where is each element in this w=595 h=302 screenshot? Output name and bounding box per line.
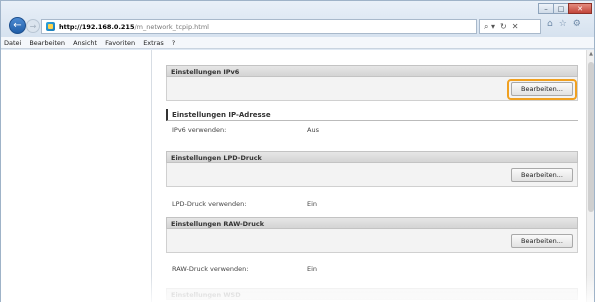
menu-item-datei[interactable]: Datei — [4, 39, 21, 47]
menu-item-help[interactable]: ? — [172, 39, 175, 47]
lpd-use-value: Ein — [307, 200, 318, 208]
ipv6-use-value: Aus — [307, 126, 319, 134]
search-icon[interactable]: ⌕ ▾ — [484, 22, 495, 32]
minimize-button[interactable]: – — [538, 3, 554, 14]
menu-item-bearbeiten[interactable]: Bearbeiten — [29, 39, 65, 47]
window-controls: – □ ✕ — [538, 3, 592, 14]
scroll-thumb[interactable] — [588, 62, 594, 212]
subheading-ip-address: Einstellungen IP-Adresse — [166, 109, 578, 121]
address-bar[interactable]: http://192.168.0.215/m_network_tcpip.htm… — [41, 19, 477, 34]
raw-use-value: Ein — [307, 265, 318, 273]
section-header-raw: Einstellungen RAW-Druck — [166, 217, 578, 229]
site-favicon-icon — [46, 22, 55, 31]
address-tools: ⌕ ▾ ↻ ✕ — [479, 19, 541, 34]
page-content: Einstellungen IPv6 Bearbeiten... Einstel… — [1, 50, 594, 302]
vertical-scrollbar[interactable]: ▲ — [586, 50, 594, 302]
menu-bar: Datei Bearbeiten Ansicht Favoriten Extra… — [1, 37, 594, 49]
browser-window: ← → http://192.168.0.215/m_network_tcpip… — [0, 0, 595, 302]
section-body-lpd: Bearbeiten... — [166, 163, 578, 187]
edit-raw-button[interactable]: Bearbeiten... — [511, 234, 573, 248]
section-header-lpd: Einstellungen LPD-Druck — [166, 151, 578, 163]
section-body-raw: Bearbeiten... — [166, 229, 578, 253]
stop-icon[interactable]: ✕ — [512, 22, 519, 31]
menu-item-favoriten[interactable]: Favoriten — [105, 39, 135, 47]
ipv6-use-label: IPv6 verwenden: — [172, 126, 227, 134]
back-arrow-icon[interactable]: ← — [9, 17, 26, 34]
gear-icon[interactable]: ⚙ — [573, 19, 581, 29]
close-button[interactable]: ✕ — [568, 3, 592, 14]
section-header-ipv6: Einstellungen IPv6 — [166, 65, 578, 77]
edit-lpd-button[interactable]: Bearbeiten... — [511, 168, 573, 182]
menu-item-extras[interactable]: Extras — [143, 39, 164, 47]
refresh-icon[interactable]: ↻ — [500, 22, 507, 31]
section-header-wsd: Einstellungen WSD — [166, 288, 578, 300]
scroll-up-icon[interactable]: ▲ — [587, 50, 595, 58]
browser-toolbar-icons: ⌂ ☆ ⚙ — [547, 19, 581, 29]
highlight-outline — [507, 79, 577, 100]
forward-arrow-icon[interactable]: → — [26, 19, 40, 33]
settings-main-pane: Einstellungen IPv6 Bearbeiten... Einstel… — [152, 50, 586, 302]
url-path: /m_network_tcpip.html — [134, 22, 209, 31]
maximize-button[interactable]: □ — [553, 3, 569, 14]
raw-use-label: RAW-Druck verwenden: — [172, 265, 249, 273]
url-text: http://192.168.0.215/m_network_tcpip.htm… — [59, 23, 209, 31]
browser-navbar: ← → http://192.168.0.215/m_network_tcpip… — [1, 1, 594, 37]
left-navigation-pane — [1, 50, 151, 302]
home-icon[interactable]: ⌂ — [547, 19, 553, 29]
lpd-use-label: LPD-Druck verwenden: — [172, 200, 247, 208]
favorites-star-icon[interactable]: ☆ — [559, 19, 567, 29]
menu-item-ansicht[interactable]: Ansicht — [73, 39, 97, 47]
url-host: http://192.168.0.215 — [59, 22, 135, 31]
